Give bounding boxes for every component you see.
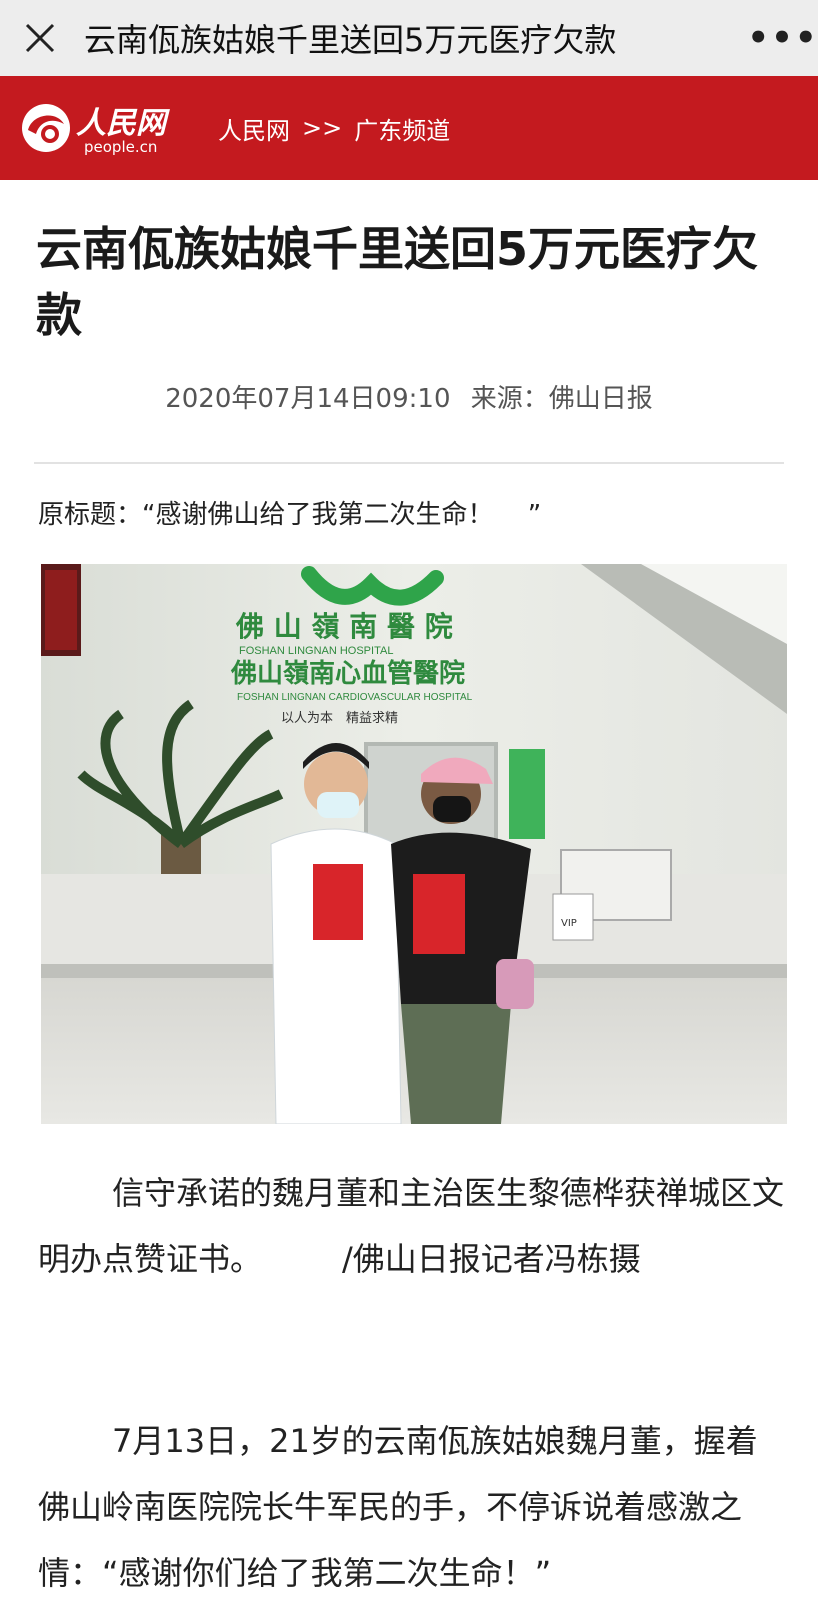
- webview-topbar: 云南佤族姑娘千里送回5万元医疗欠款 •••: [0, 0, 818, 77]
- webview-title: 云南佤族姑娘千里送回5万元医疗欠款: [84, 21, 617, 59]
- sign-text-2: FOSHAN LINGNAN HOSPITAL: [239, 645, 393, 657]
- site-logo[interactable]: 人民网 people.cn: [18, 88, 188, 168]
- original-title: 原标题：“感谢佛山给了我第二次生命！ ”: [38, 500, 542, 530]
- breadcrumb-separator: >>: [302, 114, 343, 142]
- logo-swirl-icon: [22, 104, 70, 152]
- site-header: 人民网 people.cn 人民网 >> 广东频道: [0, 76, 818, 180]
- breadcrumb-home[interactable]: 人民网: [218, 111, 290, 146]
- breadcrumb-channel[interactable]: 广东频道: [354, 111, 450, 146]
- breadcrumb: 人民网 >> 广东频道: [218, 111, 450, 146]
- photo-caption: 信守承诺的魏月董和主治医生黎德桦获禅城区文明办点赞证书。 /佛山日报记者冯栋摄: [38, 1174, 785, 1278]
- close-icon: [25, 23, 55, 53]
- logo-domain: people.cn: [84, 138, 158, 156]
- article-datetime: 2020年07月14日09:10: [165, 384, 451, 414]
- sign-text-1: 佛 山 嶺 南 醫 院: [235, 610, 453, 643]
- article-source: 来源：佛山日报: [470, 384, 653, 414]
- more-options-button[interactable]: •••: [747, 0, 818, 76]
- article-paragraph: 7月13日，21岁的云南佤族姑娘魏月董，握着佛山岭南医院院长牛军民的手，不停诉说…: [38, 1422, 758, 1592]
- sign-text-5: 以人为本 精益求精: [281, 711, 398, 726]
- more-icon: •••: [747, 18, 818, 58]
- divider: [34, 462, 784, 464]
- article-meta: 2020年07月14日09:10 来源：佛山日报: [0, 378, 818, 415]
- sign-text-3: 佛山嶺南心血管醫院: [230, 658, 465, 689]
- close-button[interactable]: [0, 0, 80, 76]
- logo-wordmark: 人民网: [76, 106, 166, 141]
- photo-illustration: 佛 山 嶺 南 醫 院 FOSHAN LINGNAN HOSPITAL 佛山嶺南…: [41, 564, 787, 1124]
- article-title: 云南佤族姑娘千里送回5万元医疗欠款: [36, 222, 759, 342]
- vip-sign: VIP: [561, 918, 577, 929]
- sign-text-4: FOSHAN LINGNAN CARDIOVASCULAR HOSPITAL: [237, 692, 473, 703]
- article-photo[interactable]: 佛 山 嶺 南 醫 院 FOSHAN LINGNAN HOSPITAL 佛山嶺南…: [41, 564, 787, 1124]
